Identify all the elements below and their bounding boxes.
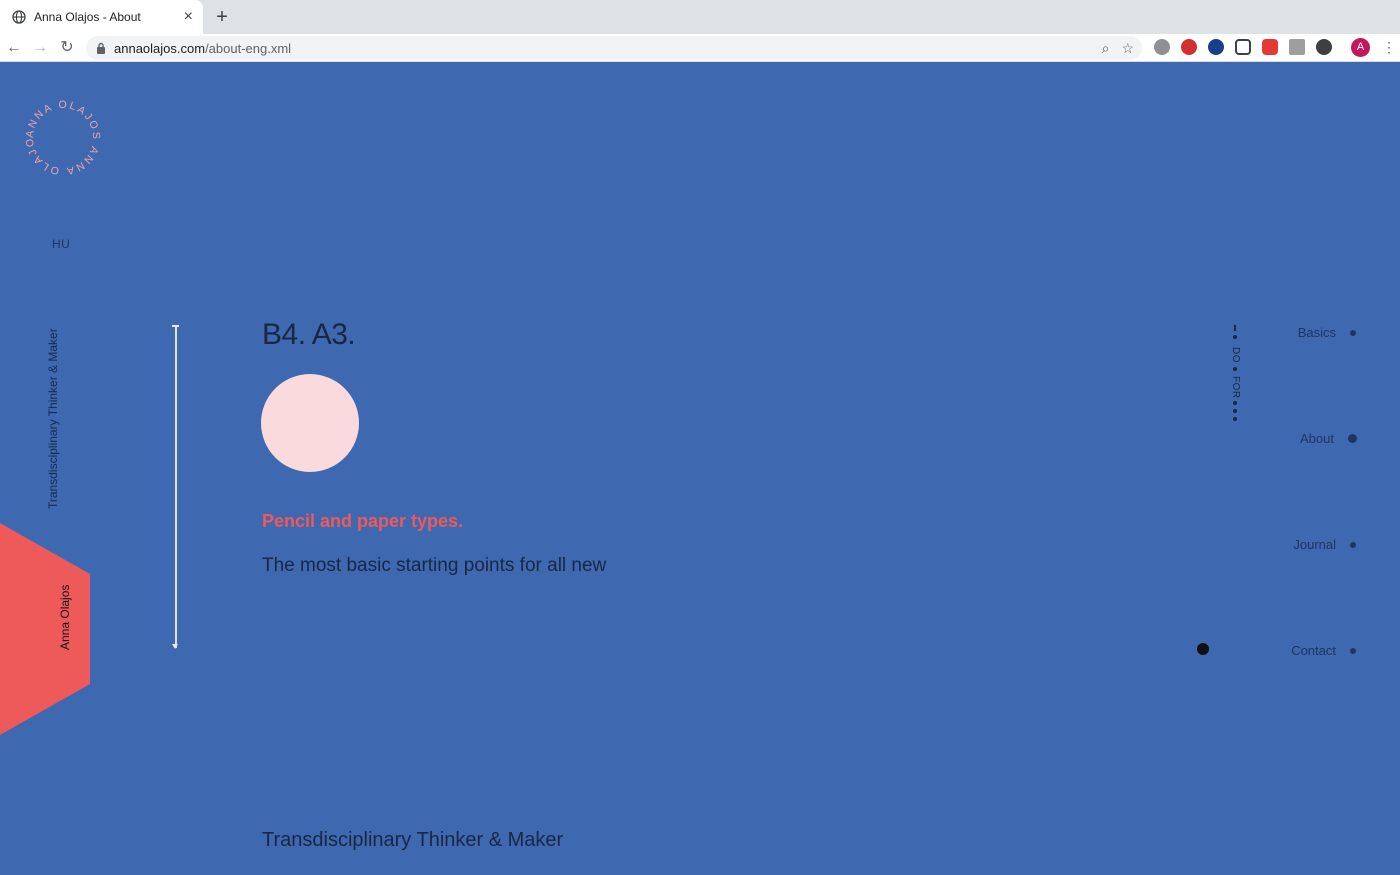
extension-icon[interactable] (1289, 39, 1305, 55)
section-heading: B4. A3. (262, 318, 356, 351)
nav-item-label: Journal (1293, 537, 1336, 552)
zoom-icon[interactable]: ⌕ (1102, 39, 1110, 57)
extension-icon[interactable] (1316, 39, 1332, 55)
profile-avatar[interactable]: A (1351, 38, 1370, 57)
extension-icon[interactable] (1208, 39, 1224, 55)
extension-icon[interactable] (1154, 39, 1170, 55)
section-body-text: The most basic starting points for all n… (262, 555, 607, 576)
extension-icon[interactable] (1262, 39, 1278, 55)
logo-text: ANNA OLAJOS ANNA OLAJOS (22, 97, 100, 177)
svg-text:ANNA OLAJOS ANNA OLAJOS: ANNA OLAJOS ANNA OLAJOS (22, 97, 102, 177)
indicator-dot (1233, 417, 1237, 421)
footer-title: Transdisciplinary Thinker & Maker (262, 829, 564, 851)
nav-item-label: About (1300, 431, 1334, 446)
indicator-dot (1233, 401, 1237, 405)
bookmark-star-icon[interactable]: ☆ (1121, 39, 1134, 57)
nav-dot (1350, 541, 1356, 548)
nav-dot-active (1348, 434, 1357, 443)
vertical-tagline: Transdisciplinary Thinker & Maker (46, 328, 60, 509)
url-host: annaolajos.com (114, 40, 206, 56)
scroll-indicator (175, 326, 177, 648)
extension-icon[interactable] (1181, 39, 1197, 55)
indicator-tick (1234, 325, 1236, 331)
nav-item-contact[interactable]: Contact (1291, 643, 1356, 658)
scroll-indicator-top-cap (172, 325, 179, 327)
new-tab-icon[interactable]: + (212, 6, 232, 28)
forward-icon[interactable]: → (30, 38, 50, 58)
indicator-dot (1233, 367, 1237, 371)
page-content: ANNA OLAJOS ANNA OLAJOS HU Transdiscipli… (0, 63, 1400, 875)
pocket-icon[interactable] (1235, 39, 1251, 55)
indicator-label-for: FOR (1230, 376, 1241, 399)
pink-circle-graphic (261, 374, 359, 472)
back-icon[interactable]: ← (4, 38, 24, 58)
vertical-name[interactable]: Anna Olajos (58, 585, 72, 650)
address-bar[interactable]: annaolajos.com /about-eng.xml ⌕ ☆ (86, 36, 1142, 60)
arrow-down-icon (172, 644, 178, 649)
custom-cursor (1197, 643, 1209, 655)
tab-title: Anna Olajos - About (34, 10, 141, 24)
indicator-dot (1233, 409, 1237, 413)
browser-tab[interactable]: Anna Olajos - About × (0, 0, 203, 34)
globe-icon (12, 10, 26, 24)
nav-item-label: Basics (1297, 325, 1336, 340)
nav-item-about[interactable]: About (1300, 431, 1357, 446)
nav-item-label: Contact (1291, 643, 1336, 658)
browser-toolbar: ← → ↻ annaolajos.com /about-eng.xml ⌕ ☆ … (0, 34, 1400, 62)
indicator-label-do: DO (1230, 347, 1241, 363)
nav-item-journal[interactable]: Journal (1293, 537, 1356, 552)
section-subheading: Pencil and paper types. (262, 511, 464, 531)
browser-tabstrip: Anna Olajos - About × + (0, 0, 1400, 34)
reload-icon[interactable]: ↻ (57, 38, 77, 58)
nav-dot (1350, 329, 1356, 336)
url-path: /about-eng.xml (205, 40, 292, 56)
menu-kebab-icon[interactable]: ⋮ (1382, 39, 1396, 55)
circular-logo[interactable]: ANNA OLAJOS ANNA OLAJOS (22, 97, 104, 179)
nav-item-basics[interactable]: Basics (1298, 325, 1356, 340)
nav-dot (1350, 647, 1356, 654)
close-tab-icon[interactable]: × (184, 9, 193, 25)
section-indicator[interactable]: DO FOR (1226, 325, 1246, 425)
indicator-dot (1233, 335, 1237, 339)
language-switch[interactable]: HU (52, 237, 70, 251)
name-tab[interactable] (0, 523, 90, 735)
lock-icon (96, 42, 106, 54)
